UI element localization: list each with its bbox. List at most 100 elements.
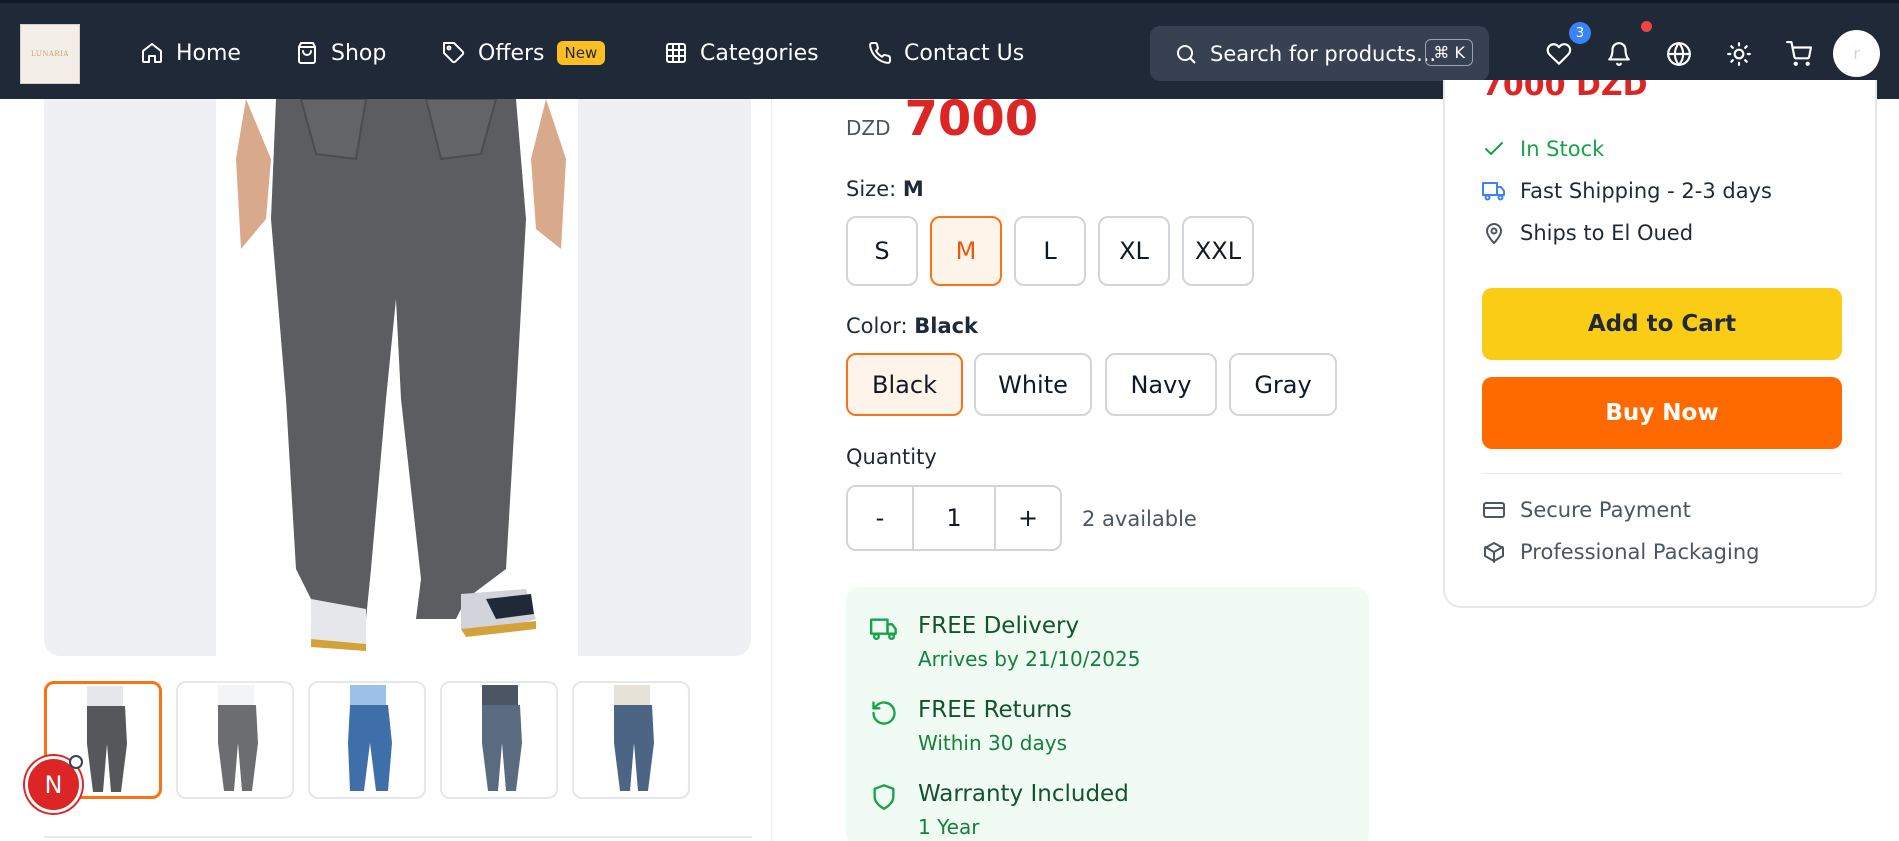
thumbnail-2-image	[218, 685, 258, 791]
nav-home-label: Home	[176, 40, 241, 66]
notifications-button[interactable]	[1606, 41, 1632, 67]
color-option-navy[interactable]: Navy	[1105, 353, 1217, 416]
cart-button[interactable]	[1786, 41, 1812, 67]
ships-to-text: Ships to El Oued	[1520, 221, 1694, 245]
perk-warranty-sub: 1 Year	[918, 815, 980, 839]
perks-panel: FREE Delivery Arrives by 21/10/2025 FREE …	[846, 587, 1369, 841]
buy-box-price-text: 7000 DZD	[1482, 80, 1648, 103]
search-placeholder: Search for products...	[1210, 41, 1437, 66]
shipping-info: Fast Shipping - 2-3 days	[1482, 179, 1772, 203]
quantity-label: Quantity	[846, 445, 937, 469]
color-label: Color: Black	[846, 314, 978, 338]
size-selected: M	[902, 177, 924, 201]
heart-icon	[1546, 43, 1572, 65]
wishlist-button[interactable]	[1546, 41, 1572, 67]
thumbnail-5[interactable]	[572, 681, 690, 799]
thumbnail-3[interactable]	[308, 681, 426, 799]
perk-warranty-title: Warranty Included	[918, 781, 1129, 807]
size-option-l[interactable]: L	[1014, 216, 1086, 286]
truck-icon	[870, 618, 897, 641]
size-option-xl[interactable]: XL	[1098, 216, 1170, 286]
jeans-illustration	[236, 99, 566, 651]
perk-delivery-sub: Arrives by 21/10/2025	[918, 647, 1141, 671]
check-icon	[1485, 142, 1503, 155]
perk-returns: FREE Returns Within 30 days	[870, 697, 1072, 755]
price-value: 7000	[904, 91, 1039, 147]
phone-icon	[869, 41, 892, 64]
stock-status-text: In Stock	[1520, 137, 1605, 161]
product-details: DZD 7000 Size: M S M L XL XXL Color: Bla…	[812, 91, 1407, 841]
packaging-info: Professional Packaging	[1482, 540, 1759, 564]
sun-icon	[1727, 42, 1751, 66]
bell-icon	[1608, 42, 1630, 66]
jeans-photo	[216, 99, 578, 656]
size-option-xxl[interactable]: XXL	[1182, 216, 1254, 286]
package-icon	[1484, 542, 1504, 563]
nav-categories[interactable]: Categories	[664, 35, 819, 71]
nav-contact[interactable]: Contact Us	[868, 35, 1024, 71]
wishlist-count-badge: 3	[1569, 22, 1591, 44]
shopping-bag-icon	[298, 42, 316, 64]
size-label-text: Size:	[846, 177, 897, 201]
cart-icon	[1786, 41, 1812, 66]
thumbnail-4[interactable]	[440, 681, 558, 799]
nav-categories-label: Categories	[700, 40, 819, 66]
size-label: Size: M	[846, 177, 924, 201]
nav-offers[interactable]: Offers New	[442, 35, 606, 71]
size-option-m[interactable]: M	[930, 216, 1002, 286]
quantity-increase-button[interactable]: +	[996, 487, 1060, 549]
main-product-image[interactable]	[44, 99, 751, 656]
globe-icon	[1667, 42, 1691, 66]
truck-icon	[1482, 182, 1505, 201]
buy-now-button[interactable]: Buy Now	[1482, 377, 1842, 449]
color-label-text: Color:	[846, 314, 908, 338]
search-icon	[1177, 44, 1196, 64]
rotate-icon	[872, 701, 896, 725]
credit-card-icon	[1483, 502, 1505, 518]
gallery-divider	[44, 836, 752, 838]
perk-warranty: Warranty Included 1 Year	[870, 781, 1129, 839]
store-logo[interactable]: LUNARIA	[20, 24, 80, 84]
search-box[interactable]: Search for products... ⌘ K	[1150, 26, 1489, 81]
theme-toggle[interactable]	[1726, 41, 1752, 67]
nav-home[interactable]: Home	[140, 35, 241, 71]
stock-status: In Stock	[1482, 137, 1604, 161]
logo-text: LUNARIA	[31, 50, 69, 58]
thumbnail-3-image	[348, 685, 392, 791]
add-to-cart-button[interactable]: Add to Cart	[1482, 288, 1842, 360]
color-selected: Black	[914, 314, 979, 338]
nav-shop[interactable]: Shop	[295, 35, 386, 71]
dev-tools-badge[interactable]: N	[25, 755, 83, 813]
buy-box: 7000 DZD In Stock Fast Shipping - 2-3 da…	[1443, 80, 1877, 608]
perk-delivery-title: FREE Delivery	[918, 613, 1080, 639]
thumbnail-4-image	[482, 685, 522, 791]
perk-delivery: FREE Delivery Arrives by 21/10/2025	[870, 613, 1140, 671]
product-gallery	[20, 99, 772, 841]
dev-badge-dot	[69, 755, 83, 769]
secure-payment-text: Secure Payment	[1520, 498, 1691, 522]
thumbnail-5-image	[614, 685, 654, 791]
size-option-s[interactable]: S	[846, 216, 918, 286]
search-shortcut: ⌘ K	[1425, 39, 1473, 66]
secure-payment: Secure Payment	[1482, 498, 1691, 522]
stock-available: 2 available	[1082, 507, 1197, 531]
price-block: DZD 7000	[846, 91, 1038, 147]
user-avatar[interactable]: r	[1833, 30, 1880, 77]
language-button[interactable]	[1666, 41, 1692, 67]
grid-icon	[666, 43, 686, 63]
ships-to-info: Ships to El Oued	[1482, 221, 1693, 245]
price-currency: DZD	[846, 116, 891, 140]
perk-returns-sub: Within 30 days	[918, 731, 1068, 755]
color-option-gray[interactable]: Gray	[1229, 353, 1337, 416]
buy-box-price: 7000 DZD	[1482, 80, 1648, 107]
home-icon	[142, 43, 162, 63]
quantity-decrease-button[interactable]: -	[848, 487, 912, 549]
quantity-input[interactable]: 1	[912, 487, 996, 549]
nav-offers-label: Offers	[478, 40, 545, 66]
color-option-black[interactable]: Black	[846, 353, 963, 416]
color-option-white[interactable]: White	[974, 353, 1092, 416]
perk-returns-title: FREE Returns	[918, 697, 1072, 723]
thumbnail-2[interactable]	[176, 681, 294, 799]
buy-box-divider	[1482, 473, 1842, 474]
tag-icon	[443, 42, 465, 64]
